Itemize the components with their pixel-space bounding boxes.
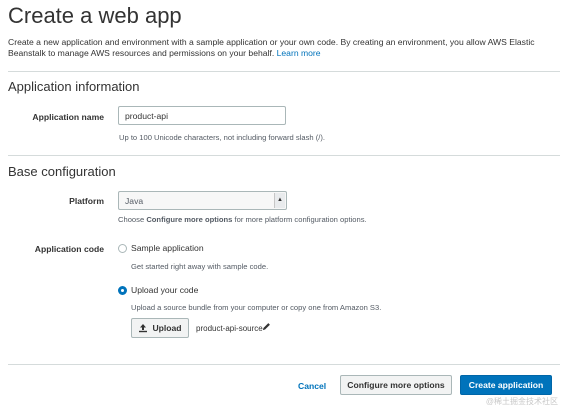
intro-paragraph: Create a new application and environment… <box>8 37 560 59</box>
footer-divider <box>8 364 560 365</box>
platform-hint-suffix: for more platform configuration options. <box>234 215 367 224</box>
intro-text: Create a new application and environment… <box>8 37 535 58</box>
select-arrows-icon: ▲ <box>274 193 285 208</box>
sample-application-radio[interactable] <box>118 244 127 253</box>
section-divider <box>8 155 560 156</box>
application-code-label: Application code <box>34 244 104 254</box>
watermark: @稀土掘金技术社区 <box>485 397 558 406</box>
application-name-input[interactable] <box>118 106 286 125</box>
platform-hint: Choose Configure more options for more p… <box>118 215 367 224</box>
uploaded-file-name: product-api-source <box>196 324 263 333</box>
configure-more-options-button[interactable]: Configure more options <box>340 375 452 395</box>
upload-button[interactable]: Upload <box>131 318 189 338</box>
application-name-hint: Up to 100 Unicode characters, not includ… <box>119 133 325 142</box>
sample-application-hint: Get started right away with sample code. <box>131 262 269 271</box>
page-title: Create a web app <box>8 3 182 28</box>
sample-application-label[interactable]: Sample application <box>131 243 204 253</box>
platform-hint-prefix: Choose <box>118 215 145 224</box>
section-divider <box>8 71 560 72</box>
platform-select[interactable]: Java ▲ <box>118 191 287 210</box>
platform-hint-bold: Configure more options <box>146 215 233 224</box>
upload-button-label: Upload <box>152 323 182 333</box>
learn-more-link[interactable]: Learn more <box>277 48 321 58</box>
application-information-heading: Application information <box>8 79 140 94</box>
upload-code-radio[interactable] <box>118 286 127 295</box>
upload-code-label[interactable]: Upload your code <box>131 285 198 295</box>
platform-selected-value: Java <box>125 196 144 206</box>
upload-icon <box>139 324 148 333</box>
application-name-label: Application name <box>32 112 104 122</box>
platform-label: Platform <box>69 196 104 206</box>
base-configuration-heading: Base configuration <box>8 164 116 179</box>
edit-pencil-icon[interactable] <box>262 322 271 331</box>
create-application-button[interactable]: Create application <box>460 375 552 395</box>
upload-code-hint: Upload a source bundle from your compute… <box>131 303 382 312</box>
cancel-link[interactable]: Cancel <box>298 381 326 391</box>
